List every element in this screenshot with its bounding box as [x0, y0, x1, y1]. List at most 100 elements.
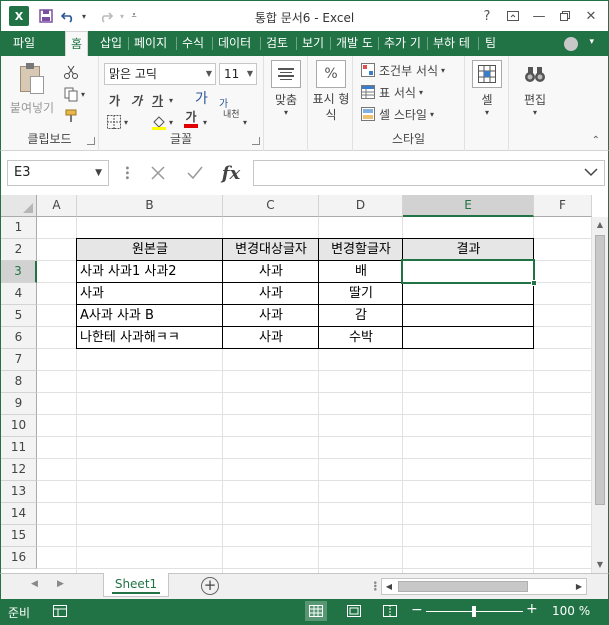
table-cell[interactable]: 사과 [223, 283, 319, 305]
table-cell[interactable] [403, 327, 534, 349]
account-dropdown-icon[interactable]: ▾ [589, 37, 594, 47]
table-header-cell[interactable]: 결과 [403, 239, 534, 261]
borders-icon[interactable]: ▾ [107, 112, 128, 132]
sheet-tab-sheet1[interactable]: Sheet1 [103, 573, 169, 597]
macro-record-icon[interactable] [52, 604, 68, 618]
clipboard-dialog-launcher-icon[interactable] [87, 137, 95, 145]
next-sheet-icon[interactable]: ▶ [57, 579, 64, 589]
row-header-9[interactable]: 9 [1, 393, 37, 415]
grow-font-button[interactable]: 가 [195, 88, 208, 108]
formula-input[interactable] [253, 160, 605, 186]
column-header-f[interactable]: F [534, 195, 592, 217]
table-cell[interactable]: 딸기 [319, 283, 403, 305]
minimize-icon[interactable]: — [526, 5, 552, 27]
name-box-dropdown-icon[interactable]: ▼ [95, 161, 102, 185]
insert-function-button[interactable]: fx [217, 161, 245, 185]
prev-sheet-icon[interactable]: ◀ [31, 579, 38, 589]
phonetic-dropdown-icon[interactable]: ▾ [243, 112, 247, 132]
font-color-button[interactable]: 가 [184, 110, 198, 132]
formula-bar-resize-handle[interactable]: ••• [121, 165, 132, 180]
table-cell[interactable]: 사과 [223, 305, 319, 327]
fill-handle[interactable] [531, 280, 537, 286]
row-header-3[interactable]: 3 [1, 261, 37, 283]
table-cell[interactable]: 수박 [319, 327, 403, 349]
tab-split-handle[interactable]: ••• [369, 580, 379, 590]
italic-button[interactable]: 가 [131, 90, 142, 110]
table-cell[interactable]: 배 [319, 261, 403, 283]
table-cell[interactable]: A사과 사과 B [77, 305, 223, 327]
table-cell[interactable] [403, 283, 534, 305]
cell-styles-button[interactable]: 셀 스타일 ▾ [361, 104, 434, 124]
collapse-ribbon-icon[interactable]: ⌃ [592, 135, 600, 146]
tab-page-layout[interactable]: 페이지 [129, 31, 172, 56]
copy-icon[interactable]: ▾ [63, 84, 85, 104]
underline-dropdown-icon[interactable]: ▾ [169, 90, 173, 110]
row-header-13[interactable]: 13 [1, 481, 37, 503]
scroll-down-icon[interactable]: ▼ [592, 557, 608, 573]
format-painter-icon[interactable] [63, 106, 79, 126]
row-header-4[interactable]: 4 [1, 283, 37, 305]
font-size-select[interactable]: 11 ▼ [219, 63, 257, 85]
column-header-c[interactable]: C [223, 195, 319, 217]
bold-button[interactable]: 가 [109, 90, 120, 110]
table-cell[interactable]: 사과 [223, 261, 319, 283]
tab-formulas[interactable]: 수식 [177, 31, 209, 56]
row-header-12[interactable]: 12 [1, 459, 37, 481]
tab-file[interactable]: 파일 [1, 31, 47, 56]
tab-review[interactable]: 검토 [261, 31, 293, 56]
tab-load-test[interactable]: 부하 테 [428, 31, 475, 56]
underline-button[interactable]: 가 [152, 90, 163, 110]
tab-add-ins[interactable]: 추가 기 [379, 31, 426, 56]
row-header-5[interactable]: 5 [1, 305, 37, 327]
fill-color-icon[interactable]: ▾ [151, 112, 173, 132]
font-dialog-launcher-icon[interactable] [252, 137, 260, 145]
select-all-button[interactable] [1, 195, 37, 217]
row-header-16[interactable]: 16 [1, 547, 37, 569]
active-cell-indicator[interactable] [401, 259, 535, 284]
worksheet-grid[interactable]: ABCDEF 1 2 3 4 5 6 7 8 9 10 11 12 13 14 15 16 원본글 변경대상글자… [0, 195, 609, 573]
cut-icon[interactable] [63, 62, 79, 82]
row-header-1[interactable]: 1 [1, 217, 37, 239]
table-cell[interactable]: 사과 [223, 327, 319, 349]
cancel-icon[interactable] [144, 161, 172, 185]
scroll-left-icon[interactable]: ◀ [382, 579, 396, 594]
format-as-table-button[interactable]: 표 서식 ▾ [361, 82, 423, 102]
vertical-scrollbar[interactable]: ▲ ▼ [591, 217, 608, 573]
close-icon[interactable]: ✕ [578, 5, 604, 27]
number-format-button[interactable]: % 표시 형식 [310, 60, 352, 123]
tab-team[interactable]: 팀 [480, 31, 501, 56]
zoom-level[interactable]: 100 % [552, 604, 590, 618]
help-button[interactable]: ? [474, 5, 500, 27]
editing-button[interactable]: 편집 ▾ [515, 60, 555, 117]
scroll-right-icon[interactable]: ▶ [572, 579, 586, 594]
row-header-8[interactable]: 8 [1, 371, 37, 393]
row-header-2[interactable]: 2 [1, 239, 37, 261]
vertical-scroll-thumb[interactable] [595, 235, 605, 505]
table-header-cell[interactable]: 원본글 [77, 239, 223, 261]
row-header-6[interactable]: 6 [1, 327, 37, 349]
tab-data[interactable]: 데이터 [213, 31, 256, 56]
tab-view[interactable]: 보기 [297, 31, 329, 56]
column-header-e[interactable]: E [403, 195, 534, 217]
row-header-7[interactable]: 7 [1, 349, 37, 371]
tab-insert[interactable]: 삽입 [95, 31, 127, 56]
page-layout-view-icon[interactable] [346, 604, 362, 618]
table-cell[interactable]: 사과 사과1 사과2 [77, 261, 223, 283]
table-cell[interactable]: 나한테 사과해ㅋㅋ [77, 327, 223, 349]
scroll-up-icon[interactable]: ▲ [592, 217, 608, 233]
horizontal-scrollbar[interactable]: ◀ ▶ [381, 578, 587, 595]
table-header-cell[interactable]: 변경대상글자 [223, 239, 319, 261]
normal-view-icon[interactable] [305, 601, 327, 621]
table-header-cell[interactable]: 변경할글자 [319, 239, 403, 261]
tab-home[interactable]: 홈 [65, 31, 89, 56]
column-header-a[interactable]: A [37, 195, 77, 217]
zoom-out-button[interactable]: − [411, 602, 423, 618]
ribbon-display-options-icon[interactable] [500, 5, 526, 27]
font-color-dropdown-icon[interactable]: ▾ [203, 112, 207, 132]
row-header-10[interactable]: 10 [1, 415, 37, 437]
alignment-button[interactable]: 맞춤 ▾ [268, 60, 304, 117]
restore-icon[interactable] [552, 5, 578, 27]
row-header-14[interactable]: 14 [1, 503, 37, 525]
tab-developer[interactable]: 개발 도 [331, 31, 378, 56]
row-header-15[interactable]: 15 [1, 525, 37, 547]
